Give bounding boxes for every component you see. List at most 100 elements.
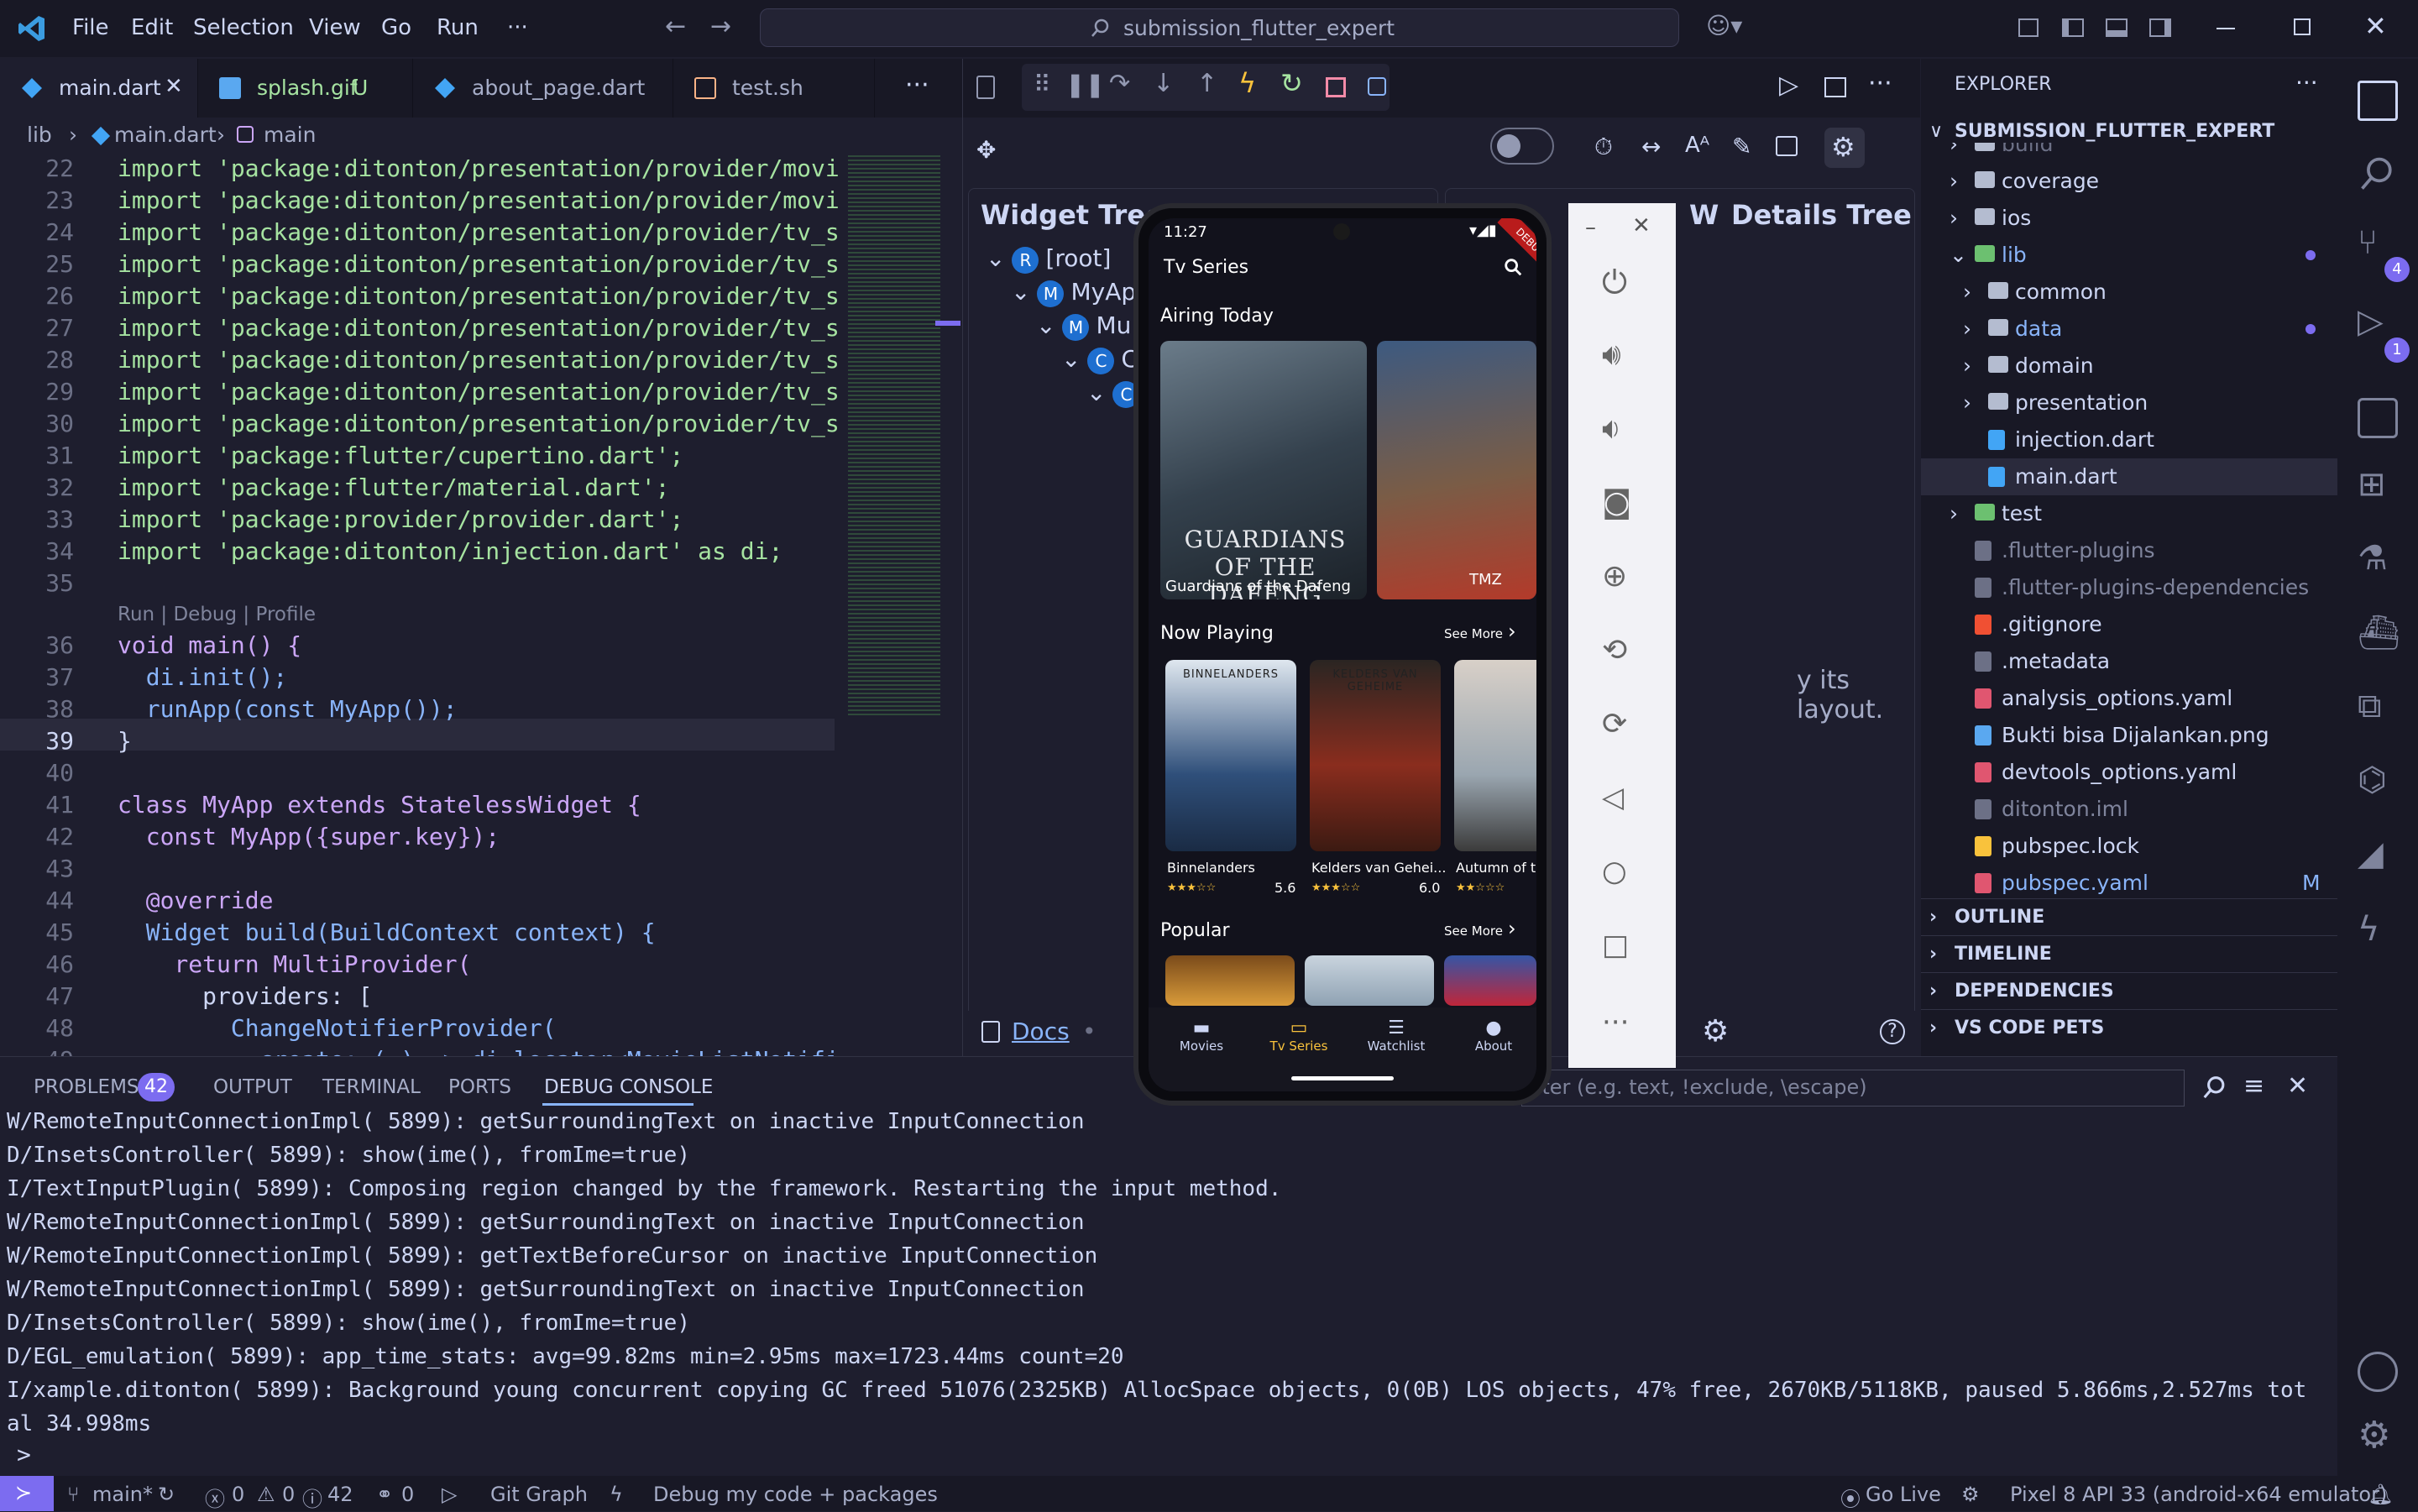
airing-poster-1[interactable]: GUARDIANS OF THE DAFENG Guardians of the… xyxy=(1160,341,1367,599)
volume-up-icon[interactable]: 🔊︎ xyxy=(1602,337,1642,378)
tree-item[interactable]: › common xyxy=(1921,274,2337,311)
device-selector[interactable]: Pixel 8 API 33 (android-x64 emulator) xyxy=(2010,1483,2387,1506)
git-branch[interactable]: main* xyxy=(92,1483,153,1506)
nav-item-about[interactable]: ● About xyxy=(1447,1018,1536,1068)
chevron-right-icon[interactable]: › xyxy=(1508,620,1516,643)
tree-item[interactable]: .flutter-plugins-dependencies xyxy=(1921,569,2337,606)
step-out-icon[interactable]: ↑ xyxy=(1196,69,1217,98)
tree-item[interactable]: pubspec.lock xyxy=(1921,828,2337,865)
chevron-right-icon[interactable]: › xyxy=(1950,143,1958,163)
menu-run[interactable]: Run xyxy=(437,15,479,40)
tree-item[interactable]: injection.dart xyxy=(1921,421,2337,458)
docs-link[interactable]: Docs xyxy=(1012,1018,1070,1045)
thunder-client-icon[interactable]: ϟ xyxy=(2358,910,2398,950)
airing-poster-2[interactable]: TMZ xyxy=(1377,341,1536,599)
volume-down-icon[interactable]: 🔉︎ xyxy=(1602,411,1642,452)
stop-icon[interactable] xyxy=(1326,77,1346,97)
settings-button[interactable]: ⚙ xyxy=(1824,128,1865,168)
back-icon[interactable]: ◁ xyxy=(1602,781,1642,821)
menu-view[interactable]: View xyxy=(309,15,361,40)
extensions-icon[interactable]: ⊞ xyxy=(2358,465,2398,505)
run-debug-icon[interactable]: ▷ xyxy=(2358,302,2398,343)
menu-go[interactable]: Go xyxy=(381,15,411,40)
chevron-down-icon[interactable]: ⌄ xyxy=(1011,278,1030,306)
movie-card[interactable]: Autumn of th ★★☆☆☆ xyxy=(1454,660,1536,903)
rotate-right-icon[interactable]: ⟳ xyxy=(1602,707,1642,747)
manage-gear-icon[interactable]: ⚙ xyxy=(2358,1414,2398,1457)
warnings-count[interactable]: 0 xyxy=(282,1483,295,1506)
forward-arrow-icon[interactable]: → xyxy=(710,12,731,41)
go-live[interactable]: Go Live xyxy=(1866,1483,1941,1506)
home-icon[interactable]: ○ xyxy=(1602,855,1642,895)
overview-icon[interactable]: □ xyxy=(1602,929,1642,969)
see-more-link[interactable]: See More xyxy=(1444,626,1503,641)
breadcrumb-symbol[interactable]: main xyxy=(264,123,316,147)
tree-item[interactable]: › presentation xyxy=(1921,385,2337,421)
tab-test-sh[interactable]: test.sh xyxy=(673,59,875,118)
tree-item[interactable]: › data xyxy=(1921,311,2337,348)
infos-count[interactable]: 42 xyxy=(327,1483,353,1506)
step-over-icon[interactable]: ↷ xyxy=(1109,69,1130,98)
step-into-icon[interactable]: ↓ xyxy=(1153,69,1174,98)
chevron-down-icon[interactable]: ⌄ xyxy=(1086,379,1106,406)
chevron-down-icon[interactable]: ∨ xyxy=(1929,121,1943,142)
widget-tree-node[interactable]: ⌄CCl xyxy=(1061,345,1144,379)
nav-item-movies[interactable]: ▬ Movies xyxy=(1155,1018,1248,1068)
breadcrumb-folder[interactable]: lib xyxy=(27,123,52,147)
split-editor-icon[interactable] xyxy=(1824,77,1846,97)
tree-item[interactable]: › coverage xyxy=(1921,163,2337,200)
bug-icon[interactable]: ⚙ xyxy=(1702,1014,1729,1049)
sync-icon[interactable]: ↻ xyxy=(158,1483,175,1506)
tree-item[interactable]: › test xyxy=(1921,495,2337,532)
errors-count[interactable]: 0 xyxy=(232,1483,244,1506)
tree-item[interactable]: main.dart xyxy=(1921,458,2337,495)
console-prompt[interactable]: > xyxy=(17,1441,31,1468)
minimap[interactable] xyxy=(840,153,962,1056)
tab-about-page-dart[interactable]: about_page.dart xyxy=(413,59,673,118)
tree-item[interactable]: Bukti bisa Dijalankan.png xyxy=(1921,717,2337,754)
chevron-right-icon[interactable]: › xyxy=(1963,311,1971,348)
menu-more[interactable]: ··· xyxy=(507,15,528,40)
timer-icon[interactable]: ⏱ xyxy=(1594,133,1613,161)
git-graph-status[interactable]: Git Graph xyxy=(490,1483,588,1506)
tab-debug-console[interactable]: DEBUG CONSOLE xyxy=(544,1076,713,1098)
close-panel-icon[interactable]: ✕ xyxy=(2287,1071,2308,1101)
repaint-icon[interactable]: ✎ xyxy=(1732,133,1751,160)
tree-item[interactable]: ditonton.iml xyxy=(1921,791,2337,828)
image-icon[interactable] xyxy=(1776,136,1798,156)
search-icon[interactable] xyxy=(2201,1075,2228,1101)
remote-explorer-icon[interactable] xyxy=(2358,398,2398,438)
search-icon[interactable] xyxy=(2358,154,2398,195)
more-actions-icon[interactable]: ··· xyxy=(2295,69,2318,97)
debug-console-filter[interactable]: ilter (e.g. text, !exclude, \escape) xyxy=(1521,1070,2185,1107)
movie-card[interactable]: BINNELANDERS Binnelanders ★★★☆☆ 5.6 xyxy=(1165,660,1296,903)
tab-splash-gif[interactable]: splash.gif U xyxy=(198,59,413,118)
popular-poster-3[interactable] xyxy=(1444,955,1536,1006)
run-icon[interactable]: ▷ xyxy=(1779,71,1798,100)
emulator-screen[interactable]: 11:27 ▾◢▮ DEBUG Tv Series Airing Today G… xyxy=(1149,218,1536,1091)
toggle-primary-sidebar-icon[interactable] xyxy=(2062,18,2084,37)
hot-reload-icon[interactable]: ϟ xyxy=(1238,67,1256,99)
testing-icon[interactable]: ⚗ xyxy=(2358,539,2398,579)
nav-item-tv-series[interactable]: ▭ Tv Series xyxy=(1253,1018,1345,1068)
pause-icon[interactable]: ❚❚ xyxy=(1065,71,1105,98)
section-outline[interactable]: › OUTLINE xyxy=(1921,898,2337,936)
camera-icon[interactable]: ◙ xyxy=(1602,485,1642,526)
chevron-right-icon[interactable]: › xyxy=(1950,495,1958,532)
extensions-status-icon[interactable]: ⚙ xyxy=(1961,1483,1980,1506)
chevron-right-icon[interactable]: › xyxy=(1950,200,1958,237)
search-icon[interactable] xyxy=(1503,257,1523,277)
chevron-right-icon[interactable]: › xyxy=(1963,385,1971,421)
menu-edit[interactable]: Edit xyxy=(131,15,173,40)
nav-item-watchlist[interactable]: ☰ Watchlist xyxy=(1350,1018,1442,1068)
containers-icon[interactable]: ⧉ xyxy=(2358,687,2398,727)
tree-item[interactable]: devtools_options.yaml xyxy=(1921,754,2337,791)
customize-layout-icon[interactable] xyxy=(2018,18,2039,37)
baselines-icon[interactable]: Aᴬ xyxy=(1685,133,1709,158)
explorer-icon[interactable] xyxy=(2358,81,2398,121)
help-icon[interactable]: ? xyxy=(1880,1019,1905,1044)
toggle-panel-icon[interactable] xyxy=(2106,18,2128,37)
section-timeline[interactable]: › TIMELINE xyxy=(1921,935,2337,973)
movie-card[interactable]: KELDERS VAN GEHEIME Kelders van Gehei... ★… xyxy=(1310,660,1446,903)
tree-item[interactable]: .flutter-plugins xyxy=(1921,532,2337,569)
